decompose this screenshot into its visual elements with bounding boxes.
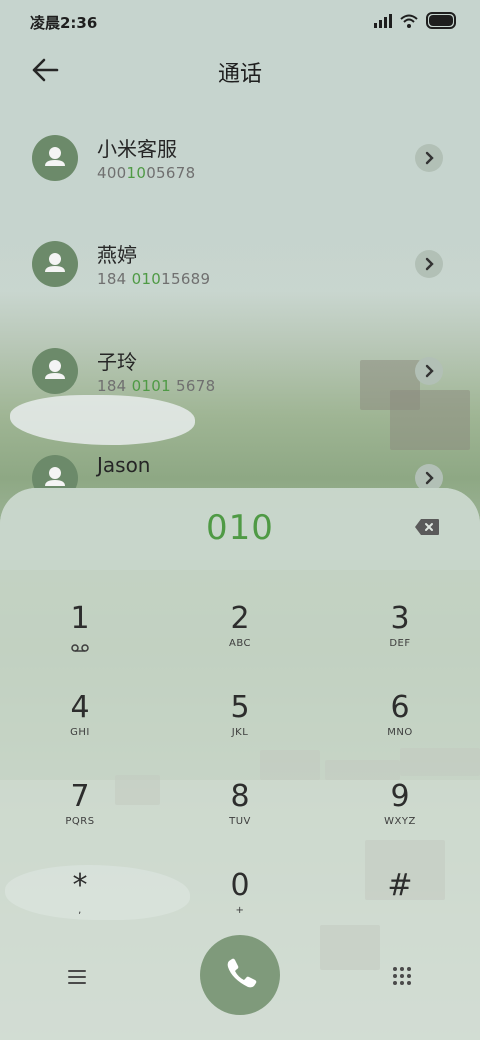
keypad-icon[interactable] xyxy=(392,966,412,986)
chevron-right-icon xyxy=(425,471,434,485)
key-2[interactable]: 2 ABC xyxy=(180,588,300,668)
contact-number: 184 0101 5678 xyxy=(97,377,216,395)
avatar xyxy=(32,455,78,490)
contact-row[interactable]: Jason xyxy=(0,438,480,490)
contact-row[interactable]: 燕婷 184 01015689 xyxy=(0,224,480,304)
avatar xyxy=(32,241,78,287)
key-star[interactable]: * , xyxy=(20,855,140,935)
key-4[interactable]: 4 GHI xyxy=(20,677,140,757)
contact-name: 小米客服 xyxy=(97,137,177,161)
contact-detail-button[interactable] xyxy=(415,250,443,278)
contact-row[interactable]: 子玲 184 0101 5678 xyxy=(0,331,480,411)
backspace-icon[interactable] xyxy=(414,518,440,536)
contact-detail-button[interactable] xyxy=(415,357,443,385)
signal-icon xyxy=(374,13,392,28)
dialpad-panel: 010 1 2 ABC 3 DEF 4 GHI 5 JKL 6 MNO 7 PQ… xyxy=(0,488,480,1040)
page-title: 通话 xyxy=(217,62,262,87)
person-icon xyxy=(45,360,65,379)
call-button[interactable] xyxy=(200,935,280,1015)
contact-number: 4001005678 xyxy=(97,164,196,182)
contact-name: 子玲 xyxy=(97,350,137,374)
contact-detail-button[interactable] xyxy=(415,144,443,172)
contact-name: 燕婷 xyxy=(97,243,137,267)
key-1[interactable]: 1 xyxy=(20,588,140,668)
avatar xyxy=(32,135,78,181)
key-9[interactable]: 9 WXYZ xyxy=(340,766,460,846)
key-6[interactable]: 6 MNO xyxy=(340,677,460,757)
chevron-right-icon xyxy=(425,151,434,165)
contact-name: Jason xyxy=(97,453,151,477)
voicemail-icon xyxy=(71,644,89,652)
dialed-number: 010 xyxy=(206,508,274,548)
contact-list[interactable]: 小米客服 4001005678 燕婷 184 01015689 子玲 184 0… xyxy=(0,118,480,490)
contact-number: 184 01015689 xyxy=(97,270,211,288)
menu-icon[interactable] xyxy=(66,969,88,985)
person-icon xyxy=(45,147,65,166)
contact-row[interactable]: 小米客服 4001005678 xyxy=(0,118,480,198)
chevron-right-icon xyxy=(425,257,434,271)
chevron-right-icon xyxy=(425,364,434,378)
key-3[interactable]: 3 DEF xyxy=(340,588,460,668)
key-7[interactable]: 7 PQRS xyxy=(20,766,140,846)
key-5[interactable]: 5 JKL xyxy=(180,677,300,757)
key-8[interactable]: 8 TUV xyxy=(180,766,300,846)
person-icon xyxy=(45,253,65,272)
status-bar: 凌晨2:36 xyxy=(0,0,480,40)
battery-icon xyxy=(426,12,456,29)
key-hash[interactable]: # xyxy=(340,855,460,935)
wifi-icon xyxy=(400,14,418,28)
key-0[interactable]: 0 + xyxy=(180,855,300,935)
person-icon xyxy=(45,467,65,486)
status-time: 凌晨2:36 xyxy=(30,14,98,32)
contact-detail-button[interactable] xyxy=(415,464,443,490)
phone-icon xyxy=(227,958,257,988)
avatar xyxy=(32,348,78,394)
